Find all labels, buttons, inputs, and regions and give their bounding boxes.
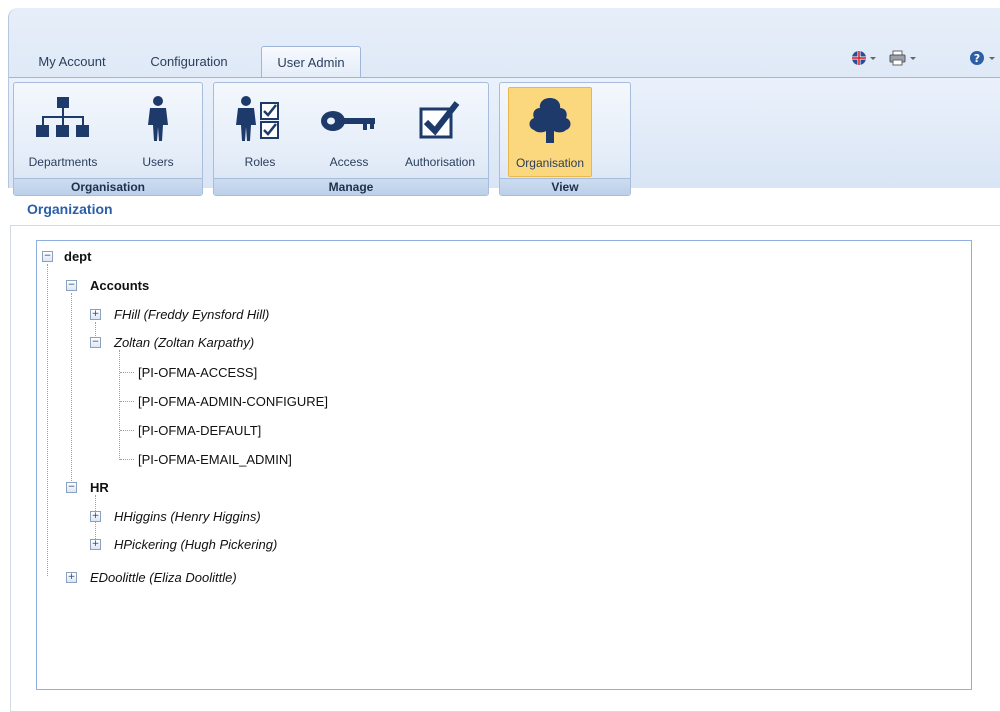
departments-label: Departments	[28, 155, 98, 169]
tree-icon	[529, 98, 571, 143]
expand-toggle[interactable]: +	[90, 511, 101, 522]
tab-configuration[interactable]: Configuration	[139, 46, 239, 76]
access-button[interactable]: Access	[310, 87, 388, 175]
print-menu[interactable]	[889, 50, 919, 69]
tree-node-role[interactable]: [PI-OFMA-DEFAULT]	[138, 423, 261, 438]
departments-button[interactable]: Departments	[20, 87, 106, 175]
collapse-toggle[interactable]: −	[66, 482, 77, 493]
users-button[interactable]: Users	[122, 87, 194, 175]
ribbon-group-view: Organisation View	[499, 82, 631, 196]
organisation-view-button[interactable]: Organisation	[508, 87, 592, 177]
collapse-toggle[interactable]: −	[42, 251, 53, 262]
help-icon: ?	[970, 51, 995, 65]
ribbon-group-manage: Roles Access Authorisation Manage	[213, 82, 489, 196]
expand-toggle[interactable]: +	[90, 539, 101, 550]
language-menu[interactable]	[851, 50, 879, 69]
tree-line	[120, 459, 134, 460]
svg-text:?: ?	[974, 52, 980, 65]
user-icon	[148, 96, 168, 141]
group-label-manage: Manage	[214, 178, 488, 195]
printer-icon	[889, 50, 916, 66]
group-label-organisation: Organisation	[14, 178, 202, 195]
tree-line	[47, 264, 48, 576]
authorisation-button[interactable]: Authorisation	[398, 87, 482, 175]
help-menu[interactable]: ?	[969, 50, 999, 69]
expand-toggle[interactable]: +	[90, 309, 101, 320]
org-chart-icon	[36, 97, 89, 137]
tab-my-account[interactable]: My Account	[23, 46, 121, 76]
tree-line	[120, 372, 134, 373]
roles-button[interactable]: Roles	[220, 87, 300, 175]
collapse-toggle[interactable]: −	[90, 337, 101, 348]
tree-node-edoolittle[interactable]: EDoolittle (Eliza Doolittle)	[90, 570, 237, 585]
tree-line	[120, 401, 134, 402]
tree-line	[71, 293, 72, 489]
page-title: Organization	[27, 201, 113, 217]
tree-node-hhiggins[interactable]: HHiggins (Henry Higgins)	[114, 509, 261, 524]
tree-node-hpickering[interactable]: HPickering (Hugh Pickering)	[114, 537, 277, 552]
tree-node-fhill[interactable]: FHill (Freddy Eynsford Hill)	[114, 307, 269, 322]
key-icon	[321, 111, 375, 131]
ribbon-header: My Account Configuration User Admin ? De…	[8, 8, 1000, 196]
organisation-view-label: Organisation	[515, 156, 585, 170]
tree-node-zoltan[interactable]: Zoltan (Zoltan Karpathy)	[114, 335, 254, 350]
uk-flag-icon	[852, 51, 876, 65]
tree-node-accounts[interactable]: Accounts	[90, 278, 149, 293]
ribbon-group-organisation: Departments Users Organisation	[13, 82, 203, 196]
tree-node-role[interactable]: [PI-OFMA-EMAIL_ADMIN]	[138, 452, 292, 467]
authorisation-label: Authorisation	[404, 155, 476, 169]
tree-node-hr[interactable]: HR	[90, 480, 109, 495]
expand-toggle[interactable]: +	[66, 572, 77, 583]
tree-node-role[interactable]: [PI-OFMA-ADMIN-CONFIGURE]	[138, 394, 328, 409]
tree-line	[119, 350, 120, 460]
group-label-view: View	[500, 178, 630, 195]
checkbox-icon	[419, 101, 460, 139]
tree-line	[120, 430, 134, 431]
collapse-toggle[interactable]: −	[66, 280, 77, 291]
access-label: Access	[329, 155, 369, 169]
roles-label: Roles	[244, 155, 276, 169]
users-label: Users	[142, 155, 174, 169]
roles-icon	[236, 96, 279, 141]
tree-node-dept[interactable]: dept	[64, 249, 91, 264]
tree-node-role[interactable]: [PI-OFMA-ACCESS]	[138, 365, 257, 380]
ribbon-body: Departments Users Organisation Roles Acc…	[9, 78, 1000, 196]
tab-user-admin[interactable]: User Admin	[261, 46, 361, 78]
